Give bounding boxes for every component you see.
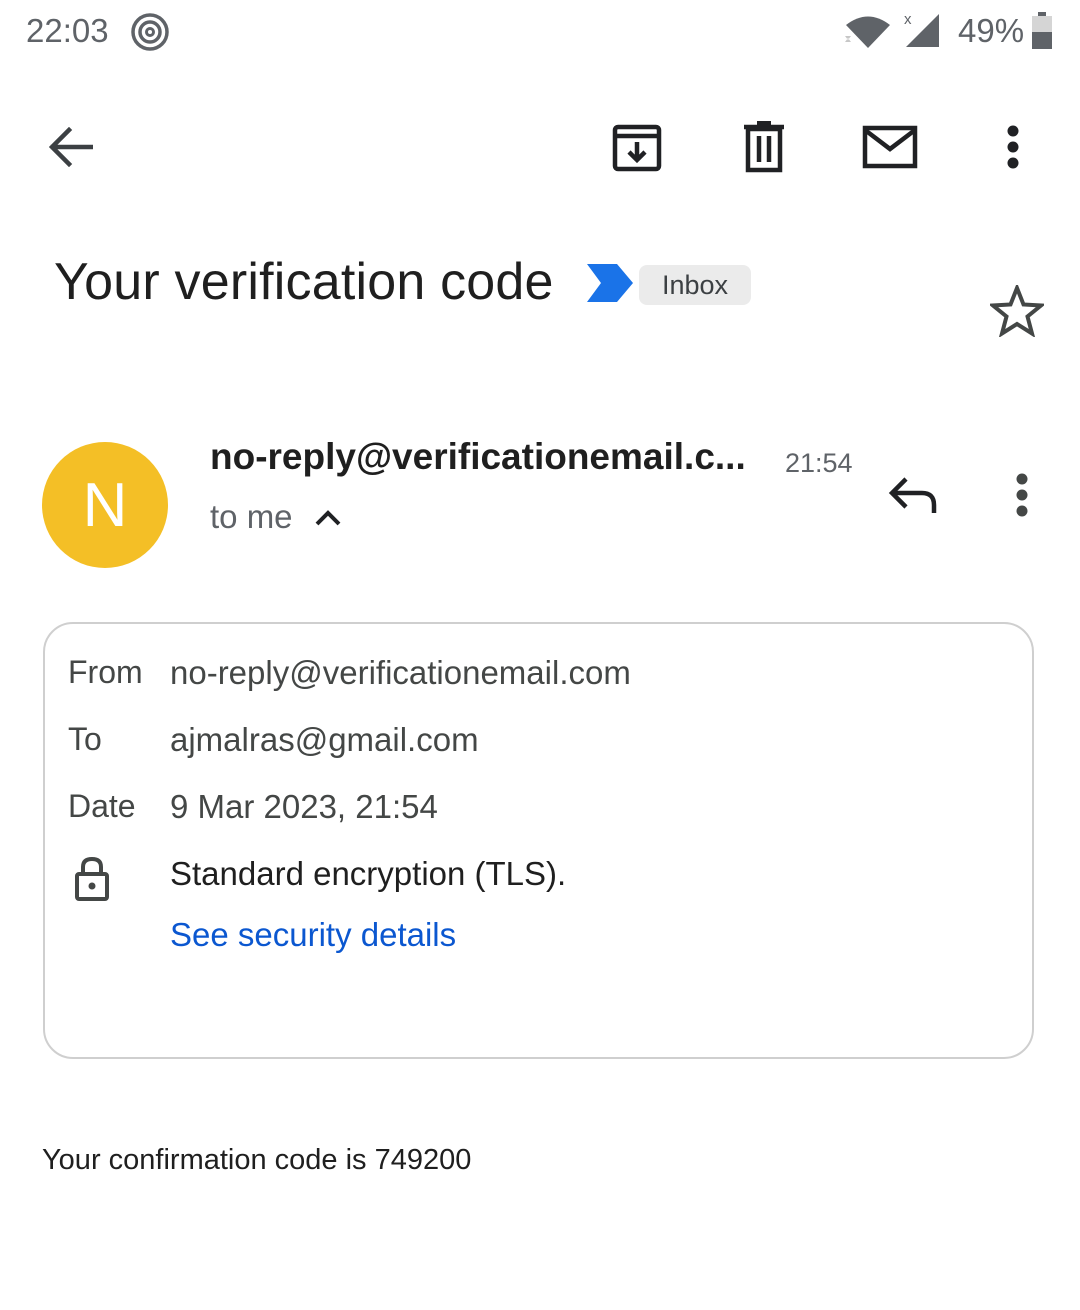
battery-icon bbox=[1031, 12, 1053, 50]
back-button[interactable] bbox=[40, 116, 102, 178]
battery-percent: 49% bbox=[958, 12, 1025, 49]
importance-marker-icon bbox=[587, 264, 633, 302]
svg-text:x: x bbox=[904, 11, 912, 28]
from-value: no-reply@verificationemail.com bbox=[170, 654, 631, 691]
status-time: 22:03 bbox=[26, 12, 109, 49]
to-label: To bbox=[68, 721, 102, 757]
chevron-up-icon bbox=[315, 510, 340, 526]
archive-button[interactable] bbox=[606, 116, 668, 178]
at-sign-icon bbox=[130, 12, 170, 52]
from-label: From bbox=[68, 654, 143, 690]
more-vert-icon bbox=[1016, 473, 1028, 517]
email-body: Your confirmation code is 749200 bbox=[42, 1144, 472, 1176]
security-details-link[interactable]: See security details bbox=[170, 916, 456, 954]
email-time: 21:54 bbox=[785, 448, 853, 478]
lock-icon bbox=[74, 856, 110, 902]
recipient-summary[interactable]: to me bbox=[210, 498, 341, 536]
date-value: 9 Mar 2023, 21:54 bbox=[170, 788, 438, 825]
delete-icon bbox=[744, 121, 784, 173]
signal-icon: x bbox=[903, 10, 941, 50]
inbox-label-chip[interactable]: Inbox bbox=[639, 265, 751, 305]
encryption-text: Standard encryption (TLS). bbox=[170, 855, 567, 892]
reply-icon bbox=[888, 477, 937, 513]
recipient-label: to me bbox=[210, 498, 293, 535]
date-label: Date bbox=[68, 788, 136, 824]
mark-unread-button[interactable] bbox=[858, 116, 922, 178]
back-arrow-icon bbox=[49, 127, 93, 167]
sender-name[interactable]: no-reply@verificationemail.c... bbox=[210, 436, 746, 478]
star-button[interactable] bbox=[986, 280, 1048, 342]
mark-unread-icon bbox=[862, 125, 918, 169]
more-vert-icon bbox=[1007, 125, 1019, 169]
delete-button[interactable] bbox=[733, 116, 795, 178]
message-more-button[interactable] bbox=[991, 464, 1053, 526]
sender-avatar[interactable]: N bbox=[42, 442, 168, 568]
email-subject: Your verification code bbox=[54, 253, 554, 311]
star-icon bbox=[990, 285, 1044, 337]
archive-icon bbox=[612, 124, 662, 172]
to-value: ajmalras@gmail.com bbox=[170, 721, 479, 758]
wifi-icon bbox=[843, 14, 893, 50]
more-options-button[interactable] bbox=[982, 116, 1044, 178]
reply-button[interactable] bbox=[882, 464, 944, 526]
